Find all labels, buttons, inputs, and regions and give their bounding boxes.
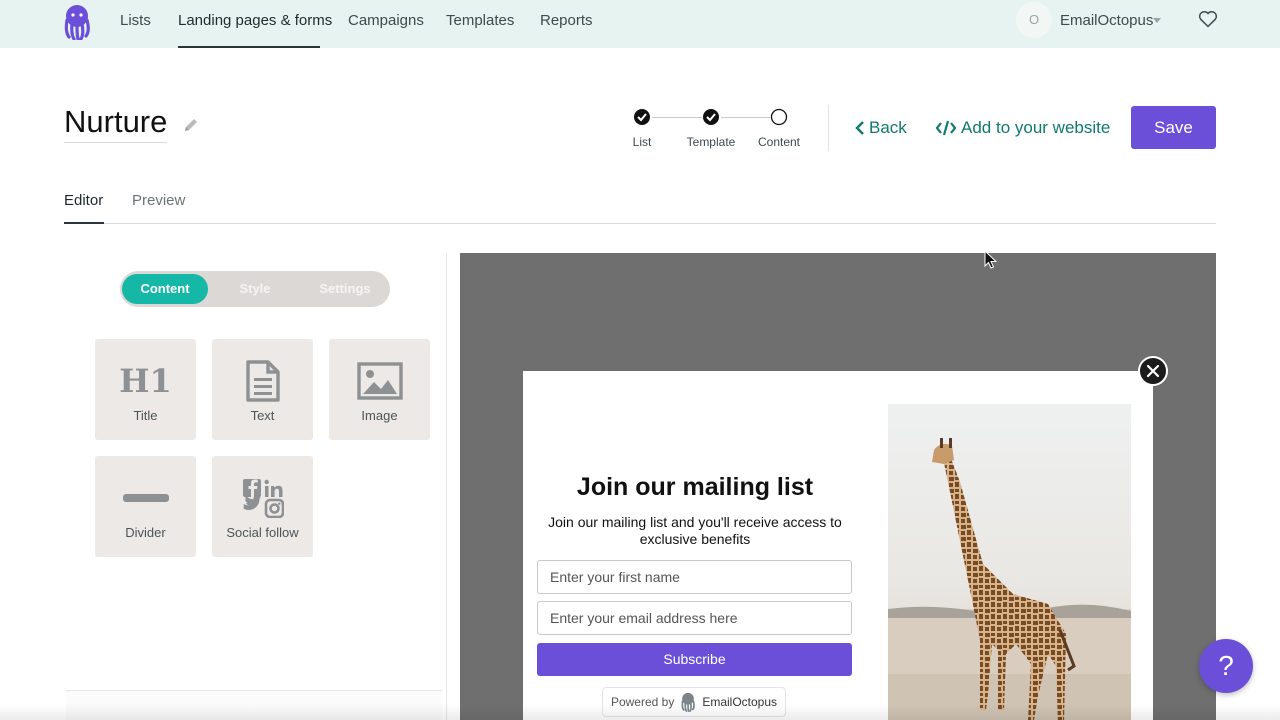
- mouse-cursor-icon: [984, 250, 998, 269]
- social-icons: [242, 479, 284, 518]
- block-label: Social follow: [226, 525, 299, 540]
- form-title[interactable]: Join our mailing list: [537, 473, 853, 502]
- segment-settings[interactable]: Settings: [302, 274, 388, 304]
- segment-style[interactable]: Style: [212, 274, 298, 304]
- step-complete-icon: [634, 109, 650, 125]
- divider-icon: [122, 494, 169, 502]
- nav-templates[interactable]: Templates: [446, 12, 514, 29]
- chevron-left-icon: [855, 121, 864, 135]
- first-name-input[interactable]: [538, 561, 851, 593]
- block-label: Image: [361, 408, 398, 423]
- image-icon: [356, 362, 403, 400]
- octopus-logo-icon[interactable]: [62, 4, 92, 40]
- tab-editor[interactable]: Editor: [64, 192, 103, 209]
- step-complete-icon: [703, 109, 719, 125]
- giraffe-photo[interactable]: [888, 404, 1131, 720]
- segment-content[interactable]: Content: [122, 274, 208, 304]
- block-text[interactable]: Text: [212, 339, 313, 440]
- popup-form-preview: Join our mailing list Join our mailing l…: [523, 371, 1153, 720]
- nav-campaigns[interactable]: Campaigns: [348, 12, 424, 29]
- panel-divider: [446, 253, 447, 720]
- close-popup-button[interactable]: [1138, 356, 1168, 386]
- tabs-divider: [64, 223, 1216, 224]
- step-label-content: Content: [757, 135, 801, 149]
- nav-active-underline: [178, 46, 320, 48]
- h1-icon: H1: [95, 359, 196, 403]
- top-nav: Lists Landing pages & forms Campaigns Te…: [0, 0, 1280, 48]
- block-label: Title: [133, 408, 158, 423]
- heart-icon[interactable]: [1198, 10, 1218, 28]
- page-title[interactable]: Nurture: [64, 104, 168, 143]
- email-input[interactable]: [538, 602, 851, 634]
- block-social-follow[interactable]: Social follow: [212, 456, 313, 557]
- form-description[interactable]: Join our mailing list and you'll receive…: [537, 514, 853, 548]
- tab-preview[interactable]: Preview: [132, 192, 185, 209]
- subscribe-button[interactable]: Subscribe: [537, 643, 852, 676]
- first-name-field[interactable]: [537, 560, 852, 594]
- account-name[interactable]: EmailOctopus: [1060, 12, 1153, 29]
- tab-active-underline: [64, 222, 104, 224]
- email-field[interactable]: [537, 601, 852, 635]
- document-icon: [245, 360, 280, 402]
- block-image[interactable]: Image: [329, 339, 430, 440]
- block-title[interactable]: H1 Title: [95, 339, 196, 440]
- add-to-website-label: Add to your website: [961, 118, 1111, 137]
- bottom-edge-shadow: [0, 704, 1280, 720]
- block-divider[interactable]: Divider: [95, 456, 196, 557]
- step-current-icon: [770, 108, 788, 126]
- form-preview-canvas: Join our mailing list Join our mailing l…: [460, 253, 1216, 720]
- add-to-website-button[interactable]: Add to your website: [936, 118, 1110, 138]
- pencil-icon[interactable]: [182, 116, 200, 134]
- help-button[interactable]: ?: [1199, 639, 1253, 693]
- step-label-list: List: [632, 135, 652, 149]
- account-avatar[interactable]: O: [1016, 2, 1052, 38]
- close-icon: [1146, 364, 1160, 378]
- block-label: Text: [250, 408, 275, 423]
- panel-segmented-control: Content Style Settings: [120, 271, 390, 307]
- nav-landing-pages-forms[interactable]: Landing pages & forms: [178, 12, 332, 29]
- h1-icon-text: H1: [119, 362, 172, 400]
- nav-reports[interactable]: Reports: [540, 12, 593, 29]
- block-label: Divider: [125, 525, 166, 540]
- header-separator: [828, 105, 829, 151]
- caret-down-icon[interactable]: [1153, 18, 1161, 23]
- step-connector: [652, 117, 702, 118]
- code-icon: [936, 120, 956, 136]
- step-connector: [721, 117, 770, 118]
- back-button[interactable]: Back: [855, 118, 907, 138]
- save-button[interactable]: Save: [1131, 106, 1216, 149]
- back-label: Back: [869, 118, 907, 137]
- nav-lists[interactable]: Lists: [120, 12, 151, 29]
